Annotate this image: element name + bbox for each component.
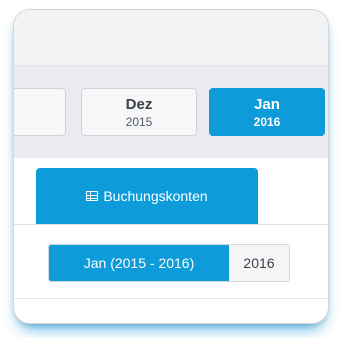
content-area: Buchungskonten Jan (2015 - 2016) 2016	[14, 158, 328, 323]
top-bar	[14, 10, 328, 66]
period-button-year[interactable]: 2016	[229, 245, 289, 281]
period-button-active[interactable]: Jan (2015 - 2016)	[49, 245, 229, 281]
tab-divider	[14, 224, 328, 225]
app-window: Dez 2015 Jan 2016 Buchungskonten Jan (20…	[14, 10, 328, 323]
month-selector: Dez 2015 Jan 2016	[14, 66, 328, 158]
table-icon	[86, 191, 99, 201]
month-year: 2016	[253, 115, 281, 129]
month-button-previous[interactable]	[14, 88, 66, 136]
month-button-jan[interactable]: Jan 2016	[209, 88, 325, 136]
month-name: Dez	[125, 96, 153, 113]
tab-buchungskonten[interactable]: Buchungskonten	[36, 168, 258, 224]
period-selector: Jan (2015 - 2016) 2016	[48, 244, 290, 282]
month-button-dez[interactable]: Dez 2015	[81, 88, 197, 136]
row-divider	[14, 298, 328, 299]
month-name: Jan	[254, 96, 280, 113]
month-year: 2015	[125, 115, 153, 129]
tab-label: Buchungskonten	[103, 188, 208, 204]
